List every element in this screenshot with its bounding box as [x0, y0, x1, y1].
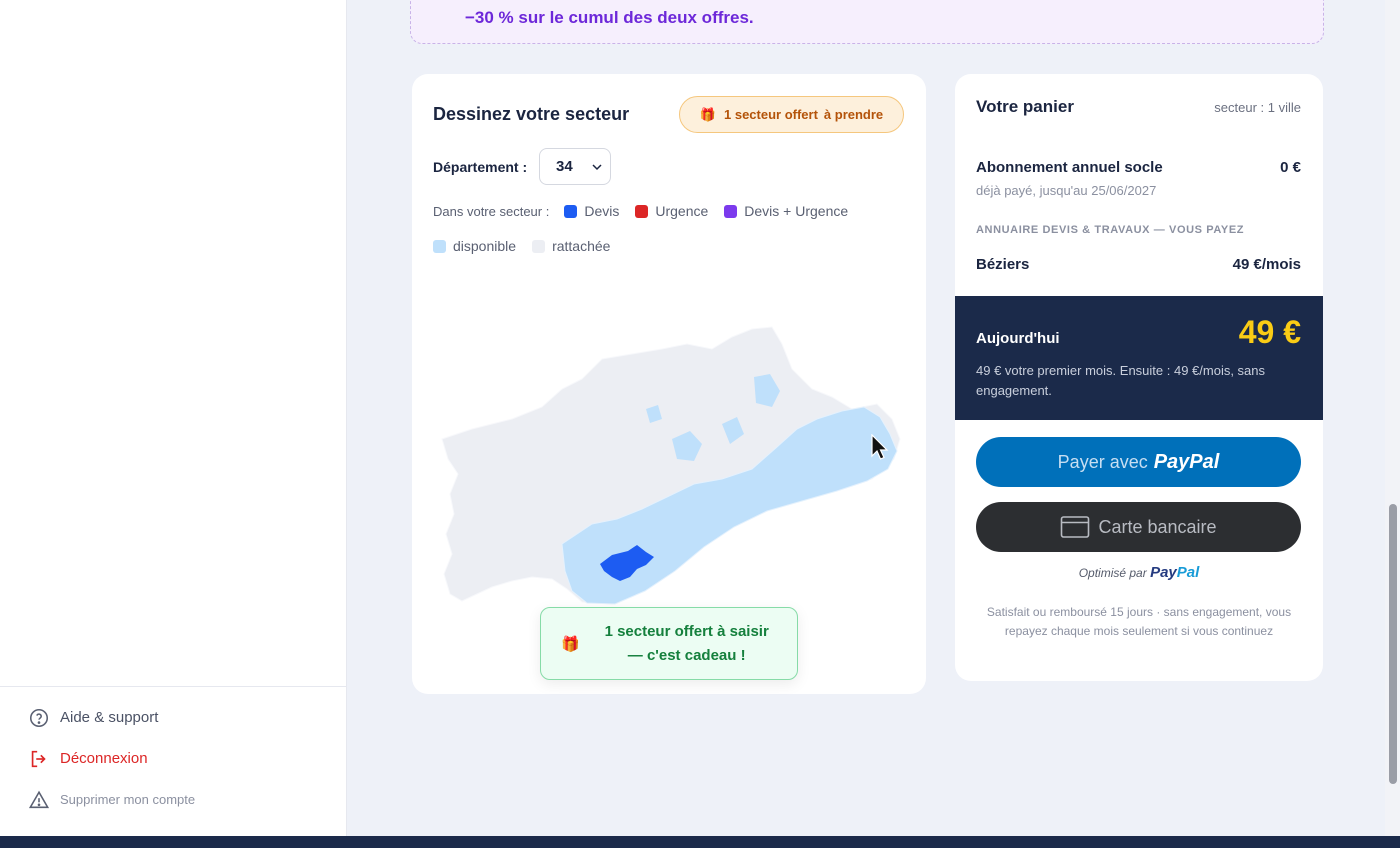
today-description: 49 € votre premier mois. Ensuite : 49 €/…	[976, 363, 1266, 398]
paypal-logo-part-b: Pal	[1176, 564, 1200, 581]
legend-swatch-disponible	[433, 239, 446, 253]
gift-icon: 🎁	[561, 635, 580, 653]
chevron-down-icon	[592, 164, 602, 171]
paypal-small-logo: PayPal	[1150, 564, 1199, 581]
base-subscription-amount: 0 €	[1280, 159, 1301, 176]
legend-label-urgence: Urgence	[655, 203, 709, 219]
gift-sector-line2: — c'est cadeau !	[627, 646, 746, 664]
legend-row-2: disponible rattachée	[433, 238, 626, 254]
legend-item-rattachee: rattachée	[532, 238, 610, 254]
legend-item-urgence: Urgence	[635, 203, 708, 219]
today-price: 49 €	[1238, 314, 1301, 350]
sector-map-card: Dessinez votre secteur 🎁 1 secteur offer…	[412, 74, 926, 694]
gift-sector-text: 1 secteur offert à saisir — c'est cadeau…	[592, 620, 782, 668]
offer-badge: 🎁 1 secteur offert à prendre	[679, 96, 904, 133]
legend-label-rattachee: rattachée	[552, 238, 611, 254]
legend-row-1: Dans votre secteur : Devis Urgence Devis…	[433, 203, 864, 219]
help-support-link[interactable]: Aide & support	[0, 697, 347, 738]
delete-account-link[interactable]: Supprimer mon compte	[0, 779, 347, 820]
footer-band	[0, 836, 1400, 848]
legend-swatch-rattachee	[532, 239, 546, 253]
credit-card-button[interactable]: Carte bancaire	[976, 502, 1301, 552]
sidebar: Aide & support Déconnexion Supprimer mon…	[0, 0, 347, 836]
scrollbar-thumb[interactable]	[1389, 504, 1397, 784]
legend-label-devis-urgence: Devis + Urgence	[744, 203, 849, 219]
legend-item-devis: Devis	[564, 203, 619, 219]
logout-label: Déconnexion	[60, 750, 148, 767]
city-line-price: 49 €/mois	[1232, 256, 1301, 273]
legend-item-devis-urgence: Devis + Urgence	[724, 203, 848, 219]
legend-item-disponible: disponible	[433, 238, 516, 254]
offer-badge-text: 1 secteur offert	[724, 107, 818, 122]
offer-badge-suffix: à prendre	[823, 107, 884, 122]
paypal-logo: PayPal	[1153, 450, 1220, 473]
gift-icon: 🎁	[699, 106, 716, 122]
map-card-title: Dessinez votre secteur	[433, 104, 630, 124]
credit-card-label: Carte bancaire	[1098, 516, 1217, 537]
promo-text: −30 % sur le cumul des deux offres.	[465, 8, 754, 27]
section-heading: ANNUAIRE DEVIS & TRAVAUX — VOUS PAYEZ	[976, 224, 1245, 236]
cart-scope: secteur : 1 ville	[1214, 100, 1301, 115]
today-label: Aujourd'hui	[976, 330, 1060, 347]
paypal-logo-part-a: Pay	[1150, 564, 1177, 581]
help-circle-icon	[29, 708, 49, 727]
legend-label-devis: Devis	[584, 203, 620, 219]
department-label: Département :	[433, 159, 528, 175]
help-support-label: Aide & support	[60, 709, 159, 726]
promo-banner: −30 % sur le cumul des deux offres.	[410, 0, 1324, 44]
legend-intro: Dans votre secteur :	[433, 203, 550, 219]
page-scrollbar[interactable]	[1385, 0, 1400, 836]
today-summary: Aujourd'hui 49 € 49 € votre premier mois…	[955, 296, 1323, 420]
gift-sector-line1: 1 secteur offert à saisir	[604, 622, 769, 640]
base-subscription-note: déjà payé, jusqu'au 25/06/2027	[976, 183, 1157, 198]
sidebar-footer: Aide & support Déconnexion Supprimer mon…	[0, 686, 347, 820]
mouse-cursor-icon	[871, 434, 889, 460]
cart-title: Votre panier	[976, 97, 1074, 116]
warning-triangle-icon	[28, 790, 50, 808]
city-line-label: Béziers	[976, 256, 1030, 273]
optimized-prefix: Optimisé par	[1078, 566, 1147, 580]
credit-card-icon	[1061, 516, 1090, 538]
delete-account-label: Supprimer mon compte	[60, 792, 196, 807]
logout-link[interactable]: Déconnexion	[0, 738, 347, 779]
department-select[interactable]: 34	[539, 148, 611, 185]
legend-swatch-devis	[564, 204, 578, 218]
optimized-by-paypal: Optimisé par PayPal	[955, 564, 1323, 581]
guarantee-text: Satisfait ou remboursé 15 jours · sans e…	[986, 605, 1292, 638]
base-subscription-label: Abonnement annuel socle	[976, 159, 1163, 176]
logout-icon	[31, 750, 46, 767]
cart-card: Votre panier secteur : 1 ville Abonnemen…	[955, 74, 1323, 681]
paypal-button-prefix: Payer avec	[1057, 451, 1148, 472]
gift-sector-banner: 🎁 1 secteur offert à saisir — c'est cade…	[540, 607, 798, 680]
legend-swatch-urgence	[635, 204, 649, 218]
legend-label-disponible: disponible	[453, 238, 517, 254]
legend-swatch-devis-urgence	[724, 204, 738, 218]
department-value: 34	[556, 158, 573, 175]
department-map[interactable]	[432, 319, 912, 619]
pay-with-paypal-button[interactable]: Payer avec PayPal	[976, 437, 1301, 487]
